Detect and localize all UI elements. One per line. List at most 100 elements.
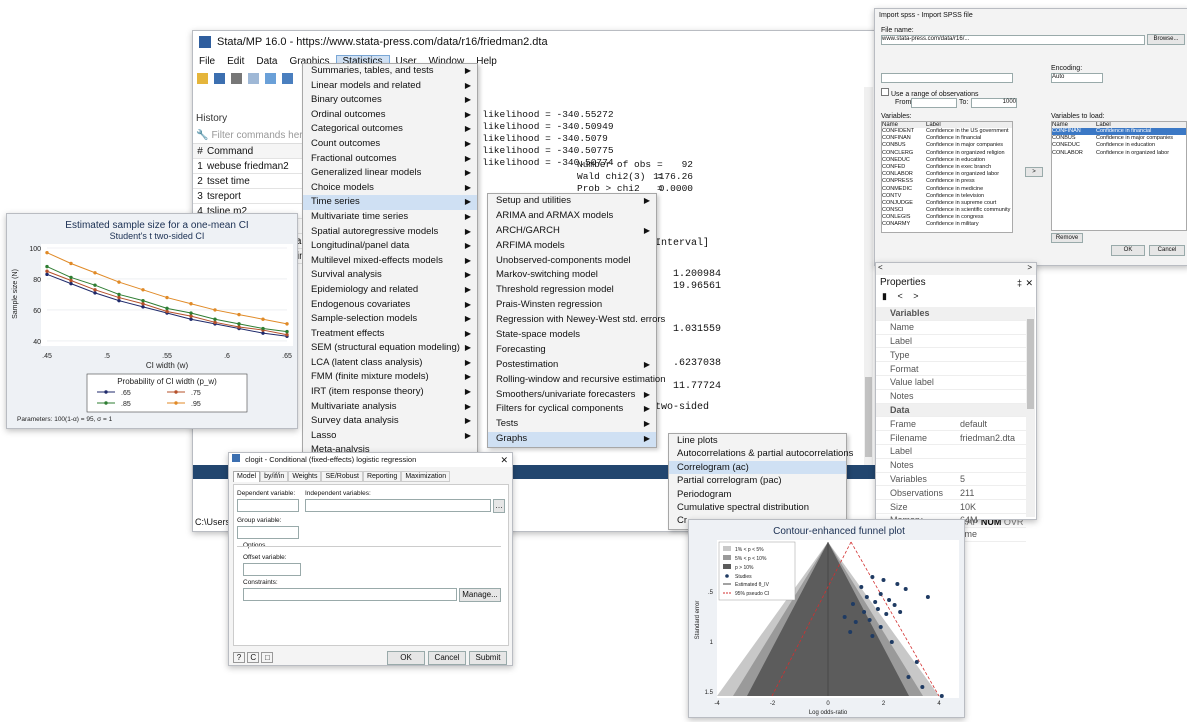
import-cancel-button[interactable]: Cancel (1149, 245, 1185, 256)
property-row[interactable]: Type (876, 348, 1026, 363)
menu-item[interactable]: Line plots (669, 434, 846, 447)
property-group[interactable]: Variables (876, 307, 1026, 321)
menu-item[interactable]: ARFIMA models (488, 239, 656, 254)
variables-list[interactable]: Name Label CONFIDENT Confidence in the US … (881, 121, 1013, 233)
close-icon[interactable]: ✕ (1025, 275, 1033, 291)
pin-icon[interactable]: ‡ (1017, 275, 1022, 291)
reset-icon[interactable]: C (247, 652, 260, 663)
back-arrow-icon[interactable]: < (897, 291, 902, 301)
property-row[interactable]: Format (876, 362, 1026, 376)
menu-item[interactable]: Lasso ▶ (303, 429, 477, 444)
menu-item[interactable]: Setup and utilities ▶ (488, 194, 656, 209)
menu-item[interactable]: Markov-switching model (488, 268, 656, 283)
menu-item[interactable]: Fractional outcomes ▶ (303, 152, 477, 167)
menu-item[interactable]: Count outcomes ▶ (303, 137, 477, 152)
manage-button[interactable]: Manage... (459, 588, 501, 602)
menu-item[interactable]: Forecasting (488, 343, 656, 358)
property-row[interactable]: Value label (876, 376, 1026, 390)
menu-item[interactable]: State-space models (488, 328, 656, 343)
add-variable-button[interactable]: > (1025, 167, 1043, 177)
menu-item[interactable]: Summaries, tables, and tests ▶ (303, 64, 477, 79)
menu-item[interactable]: ARCH/GARCH ▶ (488, 224, 656, 239)
forward-arrow-icon[interactable]: > (913, 291, 918, 301)
chevron-right-icon[interactable]: > (1027, 263, 1032, 272)
menu-item[interactable]: Smoothers/univariate forecasters ▶ (488, 388, 656, 403)
history-filter[interactable]: 🔧 Filter commands here (193, 127, 311, 144)
offset-field[interactable] (243, 563, 301, 576)
variable-row[interactable]: CONPRESS Confidence in press (882, 178, 1012, 185)
scroll-thumb[interactable] (865, 377, 872, 457)
graph-icon[interactable] (282, 72, 293, 84)
help-icon[interactable]: ? (233, 652, 245, 663)
menu-item[interactable]: LCA (latent class analysis) ▶ (303, 356, 477, 371)
selected-row[interactable]: CONBUS Confidence in major companies (1052, 135, 1186, 142)
variable-row[interactable]: CONLABOR Confidence in organized labor (882, 171, 1012, 178)
tab-maximization[interactable]: Maximization (401, 471, 451, 482)
variable-row[interactable]: CONFINAN Confidence in financial (882, 135, 1012, 142)
menu-item[interactable]: Multivariate analysis ▶ (303, 400, 477, 415)
menu-item[interactable]: Linear models and related ▶ (303, 79, 477, 94)
tab-model[interactable]: Model (233, 471, 261, 482)
filename-field[interactable]: www.stata-press.com/data/r16/... (881, 35, 1145, 45)
selected-list[interactable]: Name Label CONFINAN Confidence in financia… (1051, 121, 1187, 231)
variable-row[interactable]: CONCLERG Confidence in organized religion (882, 150, 1012, 157)
viewer-icon[interactable] (265, 72, 276, 84)
independent-browse-button[interactable]: … (493, 499, 505, 513)
menu-item[interactable]: Survey data analysis ▶ (303, 414, 477, 429)
tab-weights[interactable]: Weights (288, 471, 322, 482)
variable-row[interactable]: CONLEGIS Confidence in congress (882, 214, 1012, 221)
menu-item[interactable]: Sample-selection models ▶ (303, 312, 477, 327)
variable-row[interactable]: CONBUS Confidence in major companies (882, 142, 1012, 149)
property-row[interactable]: Observations 211 (876, 486, 1026, 501)
menu-item[interactable]: Graphs ▶ (488, 432, 656, 448)
menu-item[interactable]: Categorical outcomes ▶ (303, 122, 477, 137)
lock-icon[interactable]: ▮ (882, 291, 887, 301)
menu-item[interactable]: Periodogram (669, 488, 846, 501)
property-row[interactable]: Notes (876, 459, 1026, 473)
remove-button[interactable]: Remove (1051, 233, 1083, 243)
menu-item[interactable]: Cumulative spectral distribution (669, 501, 846, 514)
print-icon[interactable] (231, 72, 242, 84)
import-ok-button[interactable]: OK (1111, 245, 1145, 256)
dependent-field[interactable] (237, 499, 299, 512)
cancel-button[interactable]: Cancel (428, 651, 466, 665)
menu-item[interactable]: SEM (structural equation modeling) ▶ (303, 341, 477, 356)
menu-item[interactable]: Threshold regression model (488, 283, 656, 298)
left-field[interactable] (881, 73, 1013, 83)
property-row[interactable]: Notes (876, 390, 1026, 404)
browse-button[interactable]: Browse... (1147, 34, 1185, 45)
menu-item[interactable]: Multilevel mixed-effects models ▶ (303, 254, 477, 269)
selected-row[interactable]: CONFINAN Confidence in financial (1052, 128, 1186, 136)
tab-se-robust[interactable]: SE/Robust (321, 471, 363, 482)
constraints-field[interactable] (243, 588, 457, 601)
props-scrollbar[interactable] (1026, 307, 1035, 517)
group-field[interactable] (237, 526, 299, 539)
copy-icon[interactable]: □ (261, 652, 274, 663)
menu-item[interactable]: ARIMA and ARMAX models (488, 209, 656, 224)
menu-item[interactable]: Filters for cyclical components ▶ (488, 402, 656, 417)
menu-item[interactable]: Partial correlogram (pac) (669, 474, 846, 487)
open-folder-icon[interactable] (197, 72, 208, 84)
chevron-left-icon[interactable]: < (878, 263, 883, 272)
menu-file[interactable]: File (193, 56, 221, 67)
property-group[interactable]: Data (876, 403, 1026, 418)
results-scrollbar[interactable] (864, 87, 873, 467)
menu-item[interactable]: Choice models ▶ (303, 181, 477, 196)
tab-reporting[interactable]: Reporting (362, 471, 402, 482)
menu-item[interactable]: Time series ▶ (303, 195, 477, 210)
menu-item[interactable]: Tests ▶ (488, 417, 656, 432)
menu-item[interactable]: FMM (finite mixture models) ▶ (303, 370, 477, 385)
history-row[interactable]: 2 tsset time (193, 174, 311, 189)
props-scroll-thumb[interactable] (1027, 319, 1034, 409)
menu-data[interactable]: Data (250, 56, 283, 67)
menu-item[interactable]: Generalized linear models ▶ (303, 166, 477, 181)
menu-item[interactable]: Endogenous covariates ▶ (303, 298, 477, 313)
to-field[interactable]: 1000 (971, 98, 1017, 108)
variable-row[interactable]: CONSCI Confidence in scientific community (882, 207, 1012, 214)
property-row[interactable]: Label (876, 445, 1026, 459)
from-field[interactable] (911, 98, 957, 108)
menu-item[interactable]: IRT (item response theory) ▶ (303, 385, 477, 400)
variable-row[interactable]: CONMEDIC Confidence in medicine (882, 186, 1012, 193)
variable-row[interactable]: CONFIDENT Confidence in the US government (882, 128, 1012, 135)
selected-row[interactable]: CONLABOR Confidence in organized labor (1052, 150, 1186, 157)
